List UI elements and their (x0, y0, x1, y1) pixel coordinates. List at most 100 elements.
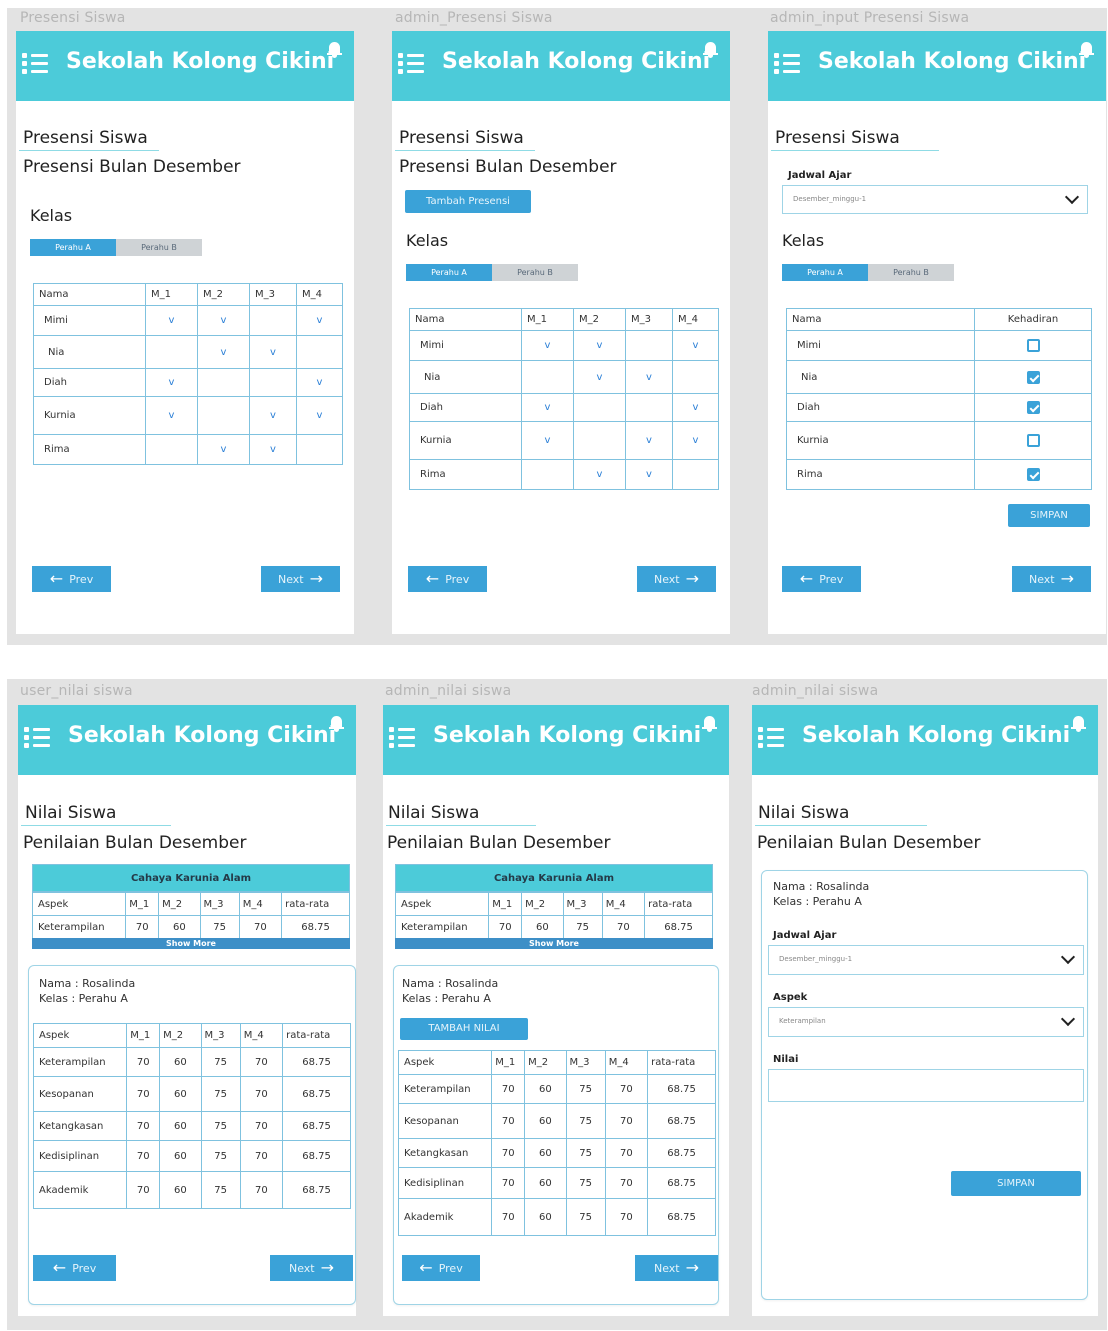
menu-icon[interactable] (24, 727, 50, 749)
screen-nilai-user: Sekolah Kolong Cikini Nilai Siswa Penila… (18, 705, 356, 1316)
column-header: rata-rata (647, 1050, 716, 1075)
kehadiran-cell (974, 421, 1092, 460)
attendance-cell (249, 305, 297, 336)
check-mark: v (692, 340, 699, 351)
attendance-cell (145, 434, 198, 465)
table-row: Kurnia v v v (33, 396, 343, 435)
kelas-tabs: Perahu A Perahu B (406, 264, 578, 281)
column-header: M_3 (200, 1023, 241, 1048)
check-mark: v (168, 315, 175, 326)
table-cell: Ketangkasan (397, 1138, 493, 1168)
bell-icon[interactable] (1078, 40, 1095, 59)
next-button[interactable]: Next → (637, 566, 716, 592)
table-row: Diah v v (409, 393, 719, 422)
bell-icon[interactable] (326, 40, 343, 59)
table-row: Diah v v (33, 368, 343, 397)
table-cell: 75 (200, 1140, 241, 1172)
menu-icon[interactable] (389, 727, 415, 749)
table-row: Diah (786, 393, 1092, 422)
column-header: M_1 (491, 1050, 526, 1075)
attendance-cell: v (672, 393, 719, 422)
prev-button[interactable]: ← Prev (408, 566, 487, 592)
menu-icon[interactable] (774, 53, 800, 75)
next-button[interactable]: Next → (635, 1255, 718, 1281)
table-cell: Keterampilan (31, 915, 127, 939)
bell-icon[interactable] (328, 714, 345, 733)
student-name-cell: Mimi (409, 330, 522, 361)
attendance-cell: v (625, 360, 673, 394)
table-cell: 75 (199, 915, 240, 939)
table-cell: 70 (239, 1076, 284, 1112)
table-row: Keterampilan 70 60 75 70 68.75 (394, 915, 713, 939)
column-header: Aspek (31, 892, 127, 916)
jadwal-ajar-value: Desember_minggu-1 (779, 955, 853, 963)
column-header: M_2 (158, 892, 201, 916)
check-mark: v (168, 377, 175, 388)
jadwal-ajar-select[interactable]: Desember_minggu-1 (782, 185, 1088, 214)
kehadiran-table: Nama Kehadiran Mimi Nia Diah Kurnia Rima (786, 308, 1092, 490)
kehadiran-checkbox[interactable] (1026, 370, 1040, 384)
table-cell: Kesopanan (32, 1076, 128, 1112)
kelas-label: Kelas (406, 231, 449, 250)
bell-icon[interactable] (702, 40, 719, 59)
prev-button[interactable]: ← Prev (33, 1255, 116, 1281)
jadwal-ajar-select[interactable]: Desember_minggu-1 (768, 945, 1084, 975)
bell-icon[interactable] (1070, 714, 1087, 733)
table-cell: 70 (604, 1138, 649, 1168)
tambah-nilai-button[interactable]: TAMBAH NILAI (400, 1018, 528, 1040)
tab-perahu-b[interactable]: Perahu B (492, 264, 578, 281)
tab-perahu-b[interactable]: Perahu B (868, 264, 954, 281)
prev-label: Prev (72, 1261, 97, 1275)
table-row: Kesopanan 70 60 75 70 68.75 (397, 1103, 716, 1139)
tab-perahu-a[interactable]: Perahu A (406, 264, 492, 281)
attendance-cell: v (145, 368, 198, 397)
next-button[interactable]: Next → (261, 566, 340, 592)
kehadiran-checkbox[interactable] (1026, 339, 1040, 352)
app-bar: Sekolah Kolong Cikini (752, 705, 1098, 775)
attendance-table: Nama M_1 M_2 M_3 M_4 Mimi v v v Nia v v Diah v v Kurnia… (409, 308, 719, 490)
table-cell: 75 (565, 1167, 606, 1199)
tab-perahu-a[interactable]: Perahu A (782, 264, 868, 281)
nilai-input[interactable] (768, 1069, 1084, 1102)
title-underline (771, 150, 939, 151)
prev-button[interactable]: ← Prev (782, 566, 861, 592)
tab-perahu-b[interactable]: Perahu B (116, 239, 202, 256)
simpan-button[interactable]: SIMPAN (951, 1171, 1081, 1196)
table-header-row: Nama M_1 M_2 M_3 M_4 (33, 283, 343, 306)
table-cell: Keterampilan (397, 1074, 493, 1104)
app-title: Sekolah Kolong Cikini (802, 723, 1071, 748)
prev-button[interactable]: ← Prev (32, 566, 111, 592)
next-button[interactable]: Next → (1012, 566, 1091, 592)
attendance-cell (672, 459, 719, 490)
tambah-presensi-button[interactable]: Tambah Presensi (405, 190, 531, 213)
kehadiran-checkbox[interactable] (1026, 401, 1040, 414)
screen-presensi-user: Sekolah Kolong Cikini Presensi Siswa Pre… (16, 31, 354, 634)
bell-icon[interactable] (701, 714, 718, 733)
student-name-cell: Rima (409, 459, 522, 490)
table-row: Rima (786, 459, 1092, 490)
table-cell: 60 (158, 915, 201, 939)
app-title: Sekolah Kolong Cikini (66, 49, 335, 74)
menu-icon[interactable] (22, 53, 48, 75)
menu-icon[interactable] (758, 727, 784, 749)
simpan-button[interactable]: SIMPAN (1008, 504, 1090, 527)
student-name-cell: Mimi (33, 305, 146, 336)
title-underline (395, 150, 535, 151)
attendance-table: Nama M_1 M_2 M_3 M_4 Mimi v v v Nia v v Diah v v Kurnia… (33, 283, 343, 465)
show-more-button[interactable]: Show More (395, 938, 713, 949)
screen-presensi-admin: Sekolah Kolong Cikini Presensi Siswa Pre… (392, 31, 730, 634)
student-name-cell: Diah (786, 393, 975, 422)
table-cell: 60 (159, 1076, 202, 1112)
attendance-cell (573, 393, 626, 422)
show-more-button[interactable]: Show More (32, 938, 350, 949)
aspek-select[interactable]: Keterampilan (768, 1007, 1084, 1037)
arrow-left-icon: ← (49, 569, 64, 588)
frame-title: admin_Presensi Siswa (395, 10, 553, 26)
kehadiran-checkbox[interactable] (1026, 434, 1040, 447)
tab-perahu-a[interactable]: Perahu A (30, 239, 116, 256)
menu-icon[interactable] (398, 53, 424, 75)
table-row: Keterampilan 70 60 75 70 68.75 (31, 915, 350, 939)
prev-button[interactable]: ← Prev (402, 1255, 480, 1281)
next-button[interactable]: Next → (270, 1255, 353, 1281)
kehadiran-checkbox[interactable] (1026, 468, 1040, 481)
